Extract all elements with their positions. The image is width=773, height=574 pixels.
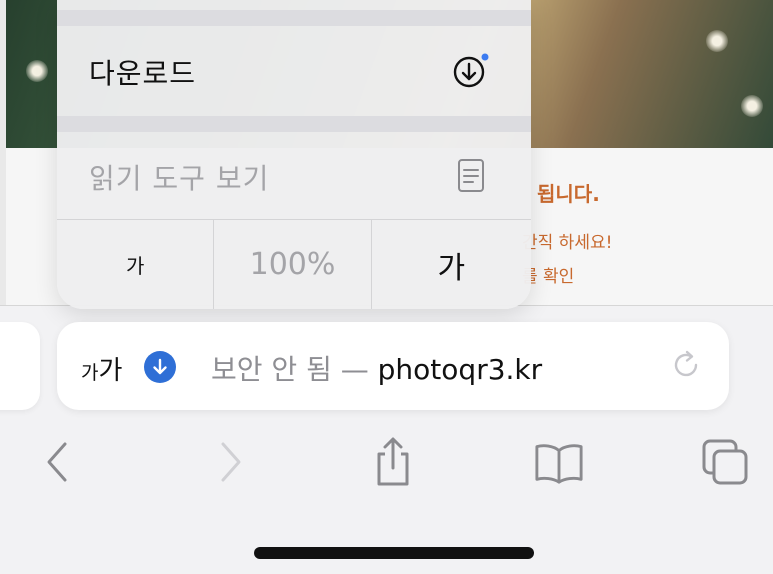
download-progress-icon[interactable] <box>144 351 176 383</box>
download-arrow-icon <box>153 358 167 375</box>
back-icon <box>47 442 67 482</box>
forward-button[interactable] <box>205 436 255 488</box>
tabs-icon <box>702 439 748 485</box>
menu-item-label: 다운로드 <box>89 57 197 90</box>
aa-big-glyph: 가 <box>98 356 123 386</box>
reader-view-icon <box>458 159 484 192</box>
bookmarks-icon <box>535 444 583 484</box>
zoom-in-button[interactable]: 가 <box>372 220 531 309</box>
zoom-controls: 가 100% 가 <box>57 220 531 309</box>
share-button[interactable] <box>368 436 418 488</box>
menu-item-reader-view[interactable]: 읽기 도구 보기 <box>57 132 531 219</box>
back-button[interactable] <box>33 436 83 488</box>
aa-small-glyph: 가 <box>81 362 99 384</box>
menu-section-separator <box>57 10 531 26</box>
address-bar[interactable]: 가가 보안 안 됨 — photoqr3.kr <box>57 322 729 410</box>
page-settings-button[interactable]: 가가 <box>81 350 122 387</box>
url-domain: photoqr3.kr <box>377 353 543 386</box>
not-secure-label: 보안 안 됨 <box>211 353 332 386</box>
tabs-button[interactable] <box>700 436 750 488</box>
previous-tab-peek[interactable] <box>0 322 40 410</box>
forward-icon <box>221 442 241 482</box>
page-text-line: 간직 하세요! <box>522 233 613 253</box>
page-menu-popup: 다운로드 읽기 도구 보기 가 100% 가 <box>57 0 531 309</box>
zoom-reset-button[interactable]: 100% <box>214 220 372 309</box>
home-indicator[interactable] <box>254 547 534 559</box>
reload-icon[interactable] <box>669 348 703 382</box>
zoom-in-label: 가 <box>437 250 466 286</box>
download-circle-icon <box>453 53 489 88</box>
menu-section-separator <box>57 116 531 132</box>
page-heading-text: 됩니다. <box>537 182 600 206</box>
share-icon <box>377 437 409 486</box>
url-text[interactable]: 보안 안 됨 — photoqr3.kr <box>211 348 542 388</box>
menu-item-label: 읽기 도구 보기 <box>89 162 270 195</box>
bookmarks-button[interactable] <box>534 436 584 488</box>
menu-item-downloads[interactable]: 다운로드 <box>57 26 531 116</box>
zoom-out-label: 가 <box>125 254 145 278</box>
zoom-level: 100% <box>249 247 336 282</box>
url-separator: — <box>340 353 369 386</box>
zoom-out-button[interactable]: 가 <box>57 220 215 309</box>
